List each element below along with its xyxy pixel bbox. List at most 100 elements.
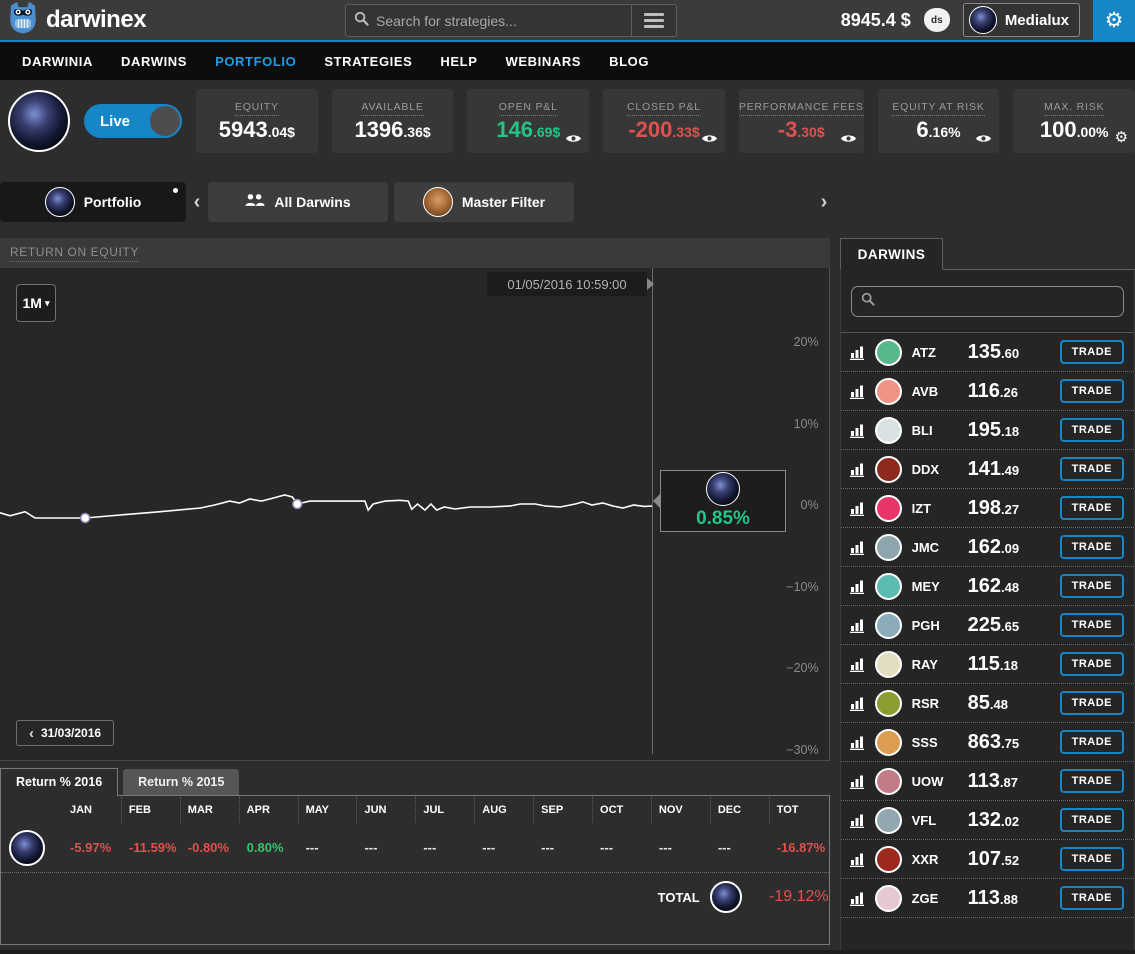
- month-return-value: ---: [593, 840, 652, 855]
- bar-chart-icon[interactable]: [850, 345, 866, 360]
- value-box-arrow-icon: [653, 493, 661, 509]
- bar-chart-icon[interactable]: [850, 696, 866, 711]
- trade-button[interactable]: TRADE: [1060, 535, 1124, 559]
- nav-darwins[interactable]: DARWINS: [107, 54, 201, 69]
- darwin-row-atz[interactable]: ATZ135.60TRADE: [841, 333, 1134, 372]
- nav-darwinia[interactable]: DARWINIA: [8, 54, 107, 69]
- bar-chart-icon[interactable]: [850, 423, 866, 438]
- eye-icon[interactable]: [701, 133, 718, 144]
- bar-chart-icon[interactable]: [850, 501, 866, 516]
- value-box-avatar: [706, 472, 740, 506]
- carousel-right-chevron-icon[interactable]: ›: [813, 191, 835, 214]
- bar-chart-icon[interactable]: [850, 735, 866, 750]
- darwin-row-bli[interactable]: BLI195.18TRADE: [841, 411, 1134, 450]
- master-filter-avatar: [423, 187, 453, 217]
- gear-icon[interactable]: ⚙: [1115, 128, 1128, 146]
- settings-gear-button[interactable]: ⚙: [1093, 0, 1135, 41]
- bar-chart-icon[interactable]: [850, 462, 866, 477]
- trade-button[interactable]: TRADE: [1060, 769, 1124, 793]
- darwin-row-vfl[interactable]: VFL132.02TRADE: [841, 801, 1134, 840]
- trade-button[interactable]: TRADE: [1060, 886, 1124, 910]
- tab-all-darwins[interactable]: All Darwins: [208, 182, 388, 222]
- people-icon: [245, 193, 265, 212]
- hamburger-menu-button[interactable]: [632, 4, 677, 37]
- bar-chart-icon[interactable]: [850, 579, 866, 594]
- time-range-dropdown[interactable]: 1M ▾: [16, 284, 56, 322]
- darwin-color-dot: [875, 690, 902, 717]
- tab-darwins[interactable]: DARWINS: [840, 238, 944, 270]
- darwin-row-pgh[interactable]: PGH225.65TRADE: [841, 606, 1134, 645]
- nav-help[interactable]: HELP: [426, 54, 491, 69]
- bar-chart-icon[interactable]: [850, 774, 866, 789]
- eye-icon[interactable]: [840, 133, 857, 144]
- bar-chart-icon[interactable]: [850, 618, 866, 633]
- trade-button[interactable]: TRADE: [1060, 730, 1124, 754]
- brand-name: darwinex: [46, 6, 146, 34]
- user-menu[interactable]: Medialux: [963, 3, 1080, 37]
- darwin-row-avb[interactable]: AVB116.26TRADE: [841, 372, 1134, 411]
- trade-button[interactable]: TRADE: [1060, 340, 1124, 364]
- nav-webinars[interactable]: WEBINARS: [492, 54, 596, 69]
- nav-portfolio[interactable]: PORTFOLIO: [201, 54, 310, 69]
- darwin-row-sss[interactable]: SSS863.75TRADE: [841, 723, 1134, 762]
- darwin-symbol: UOW: [912, 774, 968, 789]
- trade-button[interactable]: TRADE: [1060, 379, 1124, 403]
- eye-icon[interactable]: [975, 133, 992, 144]
- bar-chart-icon[interactable]: [850, 852, 866, 867]
- portfolio-avatar[interactable]: [8, 90, 70, 152]
- trade-button[interactable]: TRADE: [1060, 496, 1124, 520]
- month-return-value: -0.80%: [181, 840, 240, 855]
- eye-icon[interactable]: [565, 133, 582, 144]
- darwin-row-ddx[interactable]: DDX141.49TRADE: [841, 450, 1134, 489]
- bar-chart-icon[interactable]: [850, 657, 866, 672]
- bar-chart-icon[interactable]: [850, 813, 866, 828]
- brand-logo[interactable]: darwinex: [8, 1, 146, 40]
- stat-label: EQUITY: [235, 101, 279, 116]
- chart-start-date: 31/03/2016: [41, 726, 101, 740]
- return-chart-canvas[interactable]: 01/05/2016 10:59:00 1M ▾ 20%10%0%−10%−20…: [0, 268, 830, 761]
- trade-button[interactable]: TRADE: [1060, 691, 1124, 715]
- darwin-symbol: DDX: [912, 462, 968, 477]
- ds-owl-badge[interactable]: ds: [924, 8, 950, 32]
- darwin-row-rsr[interactable]: RSR85.48TRADE: [841, 684, 1134, 723]
- stat-label: EQUITY AT RISK: [892, 101, 984, 116]
- darwin-symbol: MEY: [912, 579, 968, 594]
- trade-button[interactable]: TRADE: [1060, 418, 1124, 442]
- trade-button[interactable]: TRADE: [1060, 574, 1124, 598]
- month-header: JAN: [63, 797, 122, 823]
- nav-blog[interactable]: BLOG: [595, 54, 663, 69]
- month-return-value: ---: [416, 840, 475, 855]
- darwin-row-zge[interactable]: ZGE113.88TRADE: [841, 879, 1134, 918]
- tab-portfolio[interactable]: Portfolio: [0, 182, 186, 222]
- username: Medialux: [1005, 12, 1069, 29]
- stat-card-closed-p-l: CLOSED P&L-200.33$: [603, 89, 725, 153]
- darwin-row-uow[interactable]: UOW113.87TRADE: [841, 762, 1134, 801]
- tab-return-2015[interactable]: Return % 2015: [123, 769, 239, 795]
- darwin-row-jmc[interactable]: JMC162.09TRADE: [841, 528, 1134, 567]
- live-demo-toggle[interactable]: Live: [84, 104, 182, 138]
- total-label: TOTAL: [646, 890, 704, 905]
- month-header: TOT: [770, 797, 829, 823]
- darwins-search-input[interactable]: [882, 294, 1114, 309]
- tab-master-filter[interactable]: Master Filter: [394, 182, 574, 222]
- darwin-row-mey[interactable]: MEY162.48TRADE: [841, 567, 1134, 606]
- nav-strategies[interactable]: STRATEGIES: [310, 54, 426, 69]
- bar-chart-icon[interactable]: [850, 384, 866, 399]
- search-input[interactable]: [376, 13, 623, 29]
- darwin-row-xxr[interactable]: XXR107.52TRADE: [841, 840, 1134, 879]
- trade-button[interactable]: TRADE: [1060, 457, 1124, 481]
- darwin-row-izt[interactable]: IZT198.27TRADE: [841, 489, 1134, 528]
- trade-button[interactable]: TRADE: [1060, 613, 1124, 637]
- chart-date-back-button[interactable]: ‹ 31/03/2016: [16, 720, 114, 746]
- tab-return-2016[interactable]: Return % 2016: [0, 768, 118, 796]
- trade-button[interactable]: TRADE: [1060, 847, 1124, 871]
- darwin-row-ray[interactable]: RAY115.18TRADE: [841, 645, 1134, 684]
- bar-chart-icon[interactable]: [850, 540, 866, 555]
- carousel-left-chevron-icon[interactable]: ‹: [186, 191, 208, 214]
- stat-label: CLOSED P&L: [627, 101, 701, 116]
- trade-button[interactable]: TRADE: [1060, 808, 1124, 832]
- darwin-quote: 132.02: [968, 809, 1060, 832]
- trade-button[interactable]: TRADE: [1060, 652, 1124, 676]
- bar-chart-icon[interactable]: [850, 891, 866, 906]
- total-return-value: -19.12%: [762, 888, 829, 906]
